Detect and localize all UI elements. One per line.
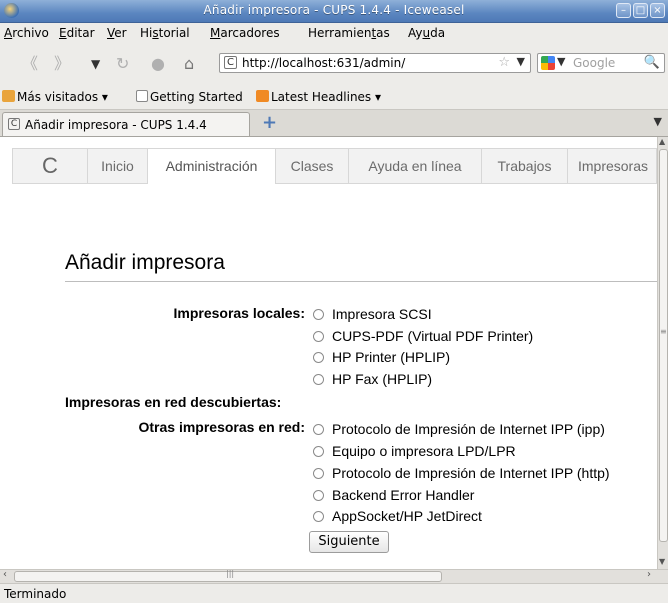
title-divider [65, 281, 657, 282]
close-button[interactable]: × [650, 3, 665, 18]
search-engine-dropdown-icon[interactable]: ▼ [557, 55, 565, 68]
url-text[interactable]: http://localhost:631/admin/ [242, 56, 405, 70]
maximize-button[interactable]: □ [633, 3, 648, 18]
page-icon [136, 90, 148, 102]
radio-button[interactable] [313, 511, 324, 522]
radio-button[interactable] [313, 352, 324, 363]
cups-tab-icon: C [8, 118, 20, 130]
reload-icon[interactable]: ↻ [116, 55, 129, 73]
radio-button[interactable] [313, 331, 324, 342]
tab-strip: C Añadir impresora - CUPS 1.4.4 + ▼ [0, 110, 668, 137]
cups-nav-clases[interactable]: Clases [276, 149, 349, 183]
search-engine-icon[interactable] [541, 56, 555, 70]
new-tab-button[interactable]: + [262, 112, 277, 133]
page-content: C Inicio Administración Clases Ayuda en … [0, 137, 657, 569]
radio-button[interactable] [313, 446, 324, 457]
rss-icon [256, 90, 269, 102]
menu-ayuda[interactable]: Ayuda [408, 26, 445, 40]
search-bar[interactable]: ▼ Google 🔍 [537, 53, 665, 73]
radio-button[interactable] [313, 468, 324, 479]
scroll-left-icon[interactable]: ‹ [3, 569, 7, 580]
search-placeholder[interactable]: Google [573, 56, 615, 70]
menu-marcadores[interactable]: Marcadores [210, 26, 280, 40]
cups-nav-impresoras[interactable]: Impresoras [568, 149, 657, 183]
radio-button[interactable] [313, 490, 324, 501]
window-title: Añadir impresora - CUPS 1.4.4 - Icewease… [203, 3, 465, 17]
tab-active[interactable]: C Añadir impresora - CUPS 1.4.4 [2, 112, 250, 136]
bookmark-getting-started[interactable]: Getting Started [136, 90, 243, 104]
scroll-grip-icon: ≡ [660, 327, 667, 336]
discovered-printers-label: Impresoras en red descubiertas: [65, 394, 282, 410]
scroll-up-icon[interactable]: ▲ [659, 137, 665, 146]
bookmark-mas-visitados[interactable]: Más visitados ▾ [2, 90, 108, 104]
next-button[interactable]: Siguiente [309, 531, 389, 553]
cups-nav-ayuda[interactable]: Ayuda en línea [349, 149, 482, 183]
menu-editar[interactable]: Editar [59, 26, 95, 40]
minimize-button[interactable]: – [616, 3, 631, 18]
status-text: Terminado [4, 587, 67, 601]
bookmark-latest-headlines[interactable]: Latest Headlines ▾ [256, 90, 381, 104]
horizontal-scrollbar[interactable]: ‹ ||| › [0, 569, 668, 583]
history-dropdown-icon[interactable]: ▼ [91, 55, 100, 73]
folder-icon [2, 90, 15, 102]
cups-nav-bar: C Inicio Administración Clases Ayuda en … [12, 148, 657, 184]
url-bar[interactable]: C http://localhost:631/admin/ ☆ ▼ [219, 53, 531, 73]
menu-archivo[interactable]: Archivo [4, 26, 49, 40]
tab-list-chevron-icon[interactable]: ▼ [654, 115, 662, 128]
scroll-grip-icon: ||| [226, 569, 235, 578]
bookmark-star-icon[interactable]: ☆ [498, 55, 510, 70]
radio-button[interactable] [313, 309, 324, 320]
menu-herramientas[interactable]: Herramientas [308, 26, 390, 40]
navigation-toolbar: 《 》 ▼ ↻ ● ⌂ C http://localhost:631/admin… [0, 45, 668, 85]
title-bar: Añadir impresora - CUPS 1.4.4 - Icewease… [0, 0, 668, 23]
tab-label: Añadir impresora - CUPS 1.4.4 [25, 118, 207, 132]
radio-button[interactable] [313, 374, 324, 385]
radio-button[interactable] [313, 424, 324, 435]
home-icon[interactable]: ⌂ [184, 55, 194, 73]
status-bar: Terminado [0, 583, 668, 603]
vertical-scrollbar[interactable]: ▲ ≡ ▼ [657, 137, 668, 569]
menu-ver[interactable]: Ver [107, 26, 127, 40]
back-icon[interactable]: 《 [22, 55, 38, 73]
bookmarks-toolbar: Más visitados ▾ Getting Started Latest H… [0, 85, 668, 110]
cups-nav-administracion[interactable]: Administración [148, 149, 276, 184]
stop-icon[interactable]: ● [151, 55, 165, 73]
menu-bar: Archivo Editar Ver Historial Marcadores … [0, 23, 668, 45]
other-printers-label: Otras impresoras en red: [138, 419, 305, 435]
search-icon[interactable]: 🔍 [644, 55, 660, 70]
cups-logo-icon[interactable]: C [13, 149, 88, 183]
vertical-scroll-thumb[interactable] [659, 149, 668, 542]
scroll-right-icon[interactable]: › [647, 569, 651, 580]
cups-nav-inicio[interactable]: Inicio [88, 149, 148, 183]
menu-historial[interactable]: Historial [140, 26, 190, 40]
forward-icon[interactable]: 》 [54, 55, 70, 73]
cups-nav-trabajos[interactable]: Trabajos [482, 149, 568, 183]
page-title: Añadir impresora [65, 251, 225, 274]
cups-site-icon: C [224, 56, 237, 69]
local-printers-label: Impresoras locales: [173, 305, 305, 321]
url-dropdown-icon[interactable]: ▼ [517, 55, 525, 68]
scroll-down-icon[interactable]: ▼ [659, 557, 665, 566]
